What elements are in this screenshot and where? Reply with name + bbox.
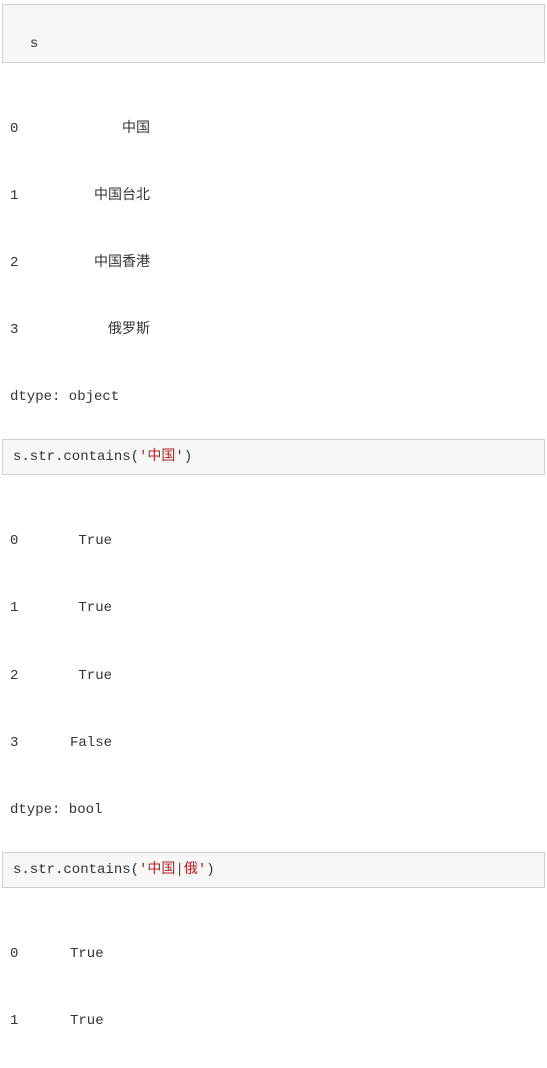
code-pre: s.str.contains( (13, 449, 139, 465)
code-cell-2: s.str.contains('中国') (2, 439, 545, 475)
row-value: 中国台北 (70, 185, 150, 207)
row-index: 0 (10, 943, 70, 965)
row-index: 1 (10, 1010, 70, 1032)
dtype-line: dtype: object (10, 386, 537, 408)
code-post: ) (206, 862, 214, 878)
row-index: 0 (10, 118, 70, 140)
output-row: 2 True (10, 665, 537, 687)
row-index: 3 (10, 732, 70, 754)
row-value: True (70, 943, 104, 965)
output-row: 3 False (10, 732, 537, 754)
row-index: 3 (10, 319, 70, 341)
row-value: False (70, 732, 112, 754)
row-value: True (70, 1010, 104, 1032)
row-index: 1 (10, 597, 70, 619)
dtype-line: dtype: bool (10, 799, 537, 821)
output-row: 1 True (10, 1010, 537, 1032)
row-value: 俄罗斯 (70, 319, 150, 341)
row-value: True (70, 597, 112, 619)
output-row: 0 True (10, 943, 537, 965)
code-cell-1: s (2, 4, 545, 63)
output-cell-3: 0 True 1 True 2 True 3 True dtype: bool (0, 892, 547, 1068)
code-pre: s.str.contains( (13, 862, 139, 878)
output-row: 1 中国台北 (10, 185, 537, 207)
output-row: 2 中国香港 (10, 252, 537, 274)
code-text: s (30, 36, 38, 52)
row-value: True (70, 665, 112, 687)
code-post: ) (184, 449, 192, 465)
output-row: 0 中国 (10, 118, 537, 140)
code-cell-3: s.str.contains('中国|俄') (2, 852, 545, 888)
row-index: 2 (10, 252, 70, 274)
row-value: 中国 (70, 118, 150, 140)
output-cell-1: 0 中国 1 中国台北 2 中国香港 3 俄罗斯 dtype: object (0, 67, 547, 433)
row-index: 2 (10, 665, 70, 687)
row-index: 1 (10, 185, 70, 207)
string-literal: '中国|俄' (139, 862, 206, 878)
string-literal: '中国' (139, 449, 184, 465)
output-row: 1 True (10, 597, 537, 619)
output-row: 3 俄罗斯 (10, 319, 537, 341)
row-value: 中国香港 (70, 252, 150, 274)
output-cell-2: 0 True 1 True 2 True 3 False dtype: bool (0, 479, 547, 845)
